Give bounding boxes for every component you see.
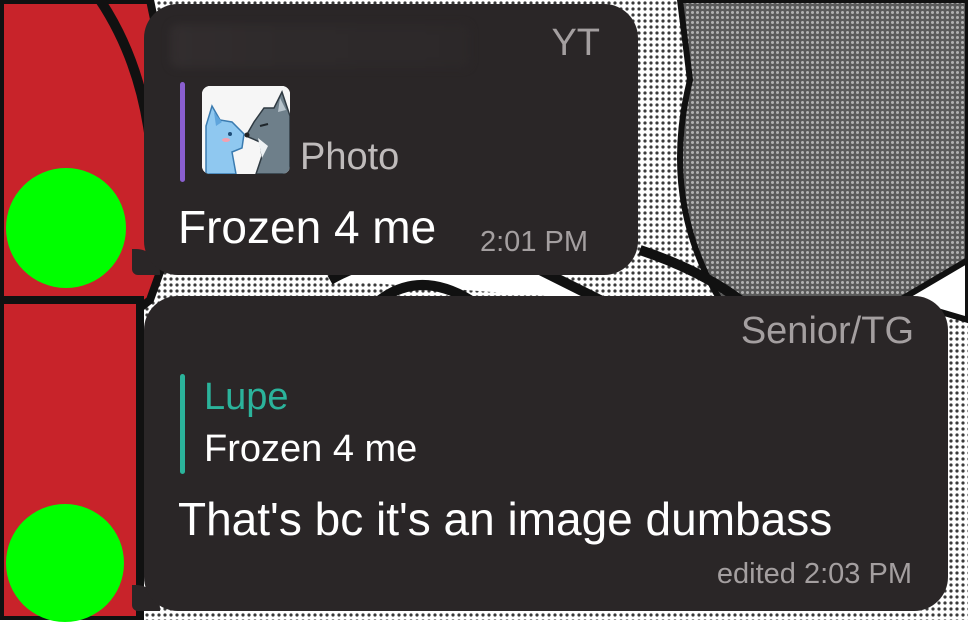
reply-author-name[interactable]: Lupe (204, 376, 289, 419)
sender-avatar[interactable] (6, 168, 126, 288)
reply-photo-thumbnail[interactable] (202, 86, 290, 174)
reply-quote-bar (180, 374, 185, 474)
message-timestamp: 2:01 PM (480, 226, 588, 258)
sender-tag: Senior/TG (740, 310, 914, 352)
redacted-sender-name (170, 24, 470, 68)
message-text: That's bc it's an image dumbass (178, 493, 833, 545)
reply-quote-bar (180, 82, 185, 182)
reply-photo-label: Photo (300, 136, 400, 178)
sender-avatar[interactable] (6, 504, 124, 622)
wolf-sticker-icon (202, 86, 290, 174)
message-bubble[interactable]: YT Photo Frozen 4 me 2:01 PM (144, 4, 638, 275)
message-timestamp: edited 2:03 PM (716, 558, 912, 590)
message-bubble[interactable]: Senior/TG Lupe Frozen 4 me That's bc it'… (144, 296, 948, 611)
reply-quoted-text[interactable]: Frozen 4 me (204, 428, 417, 471)
sender-tag: YT (551, 22, 600, 64)
message-text: Frozen 4 me (178, 201, 437, 253)
